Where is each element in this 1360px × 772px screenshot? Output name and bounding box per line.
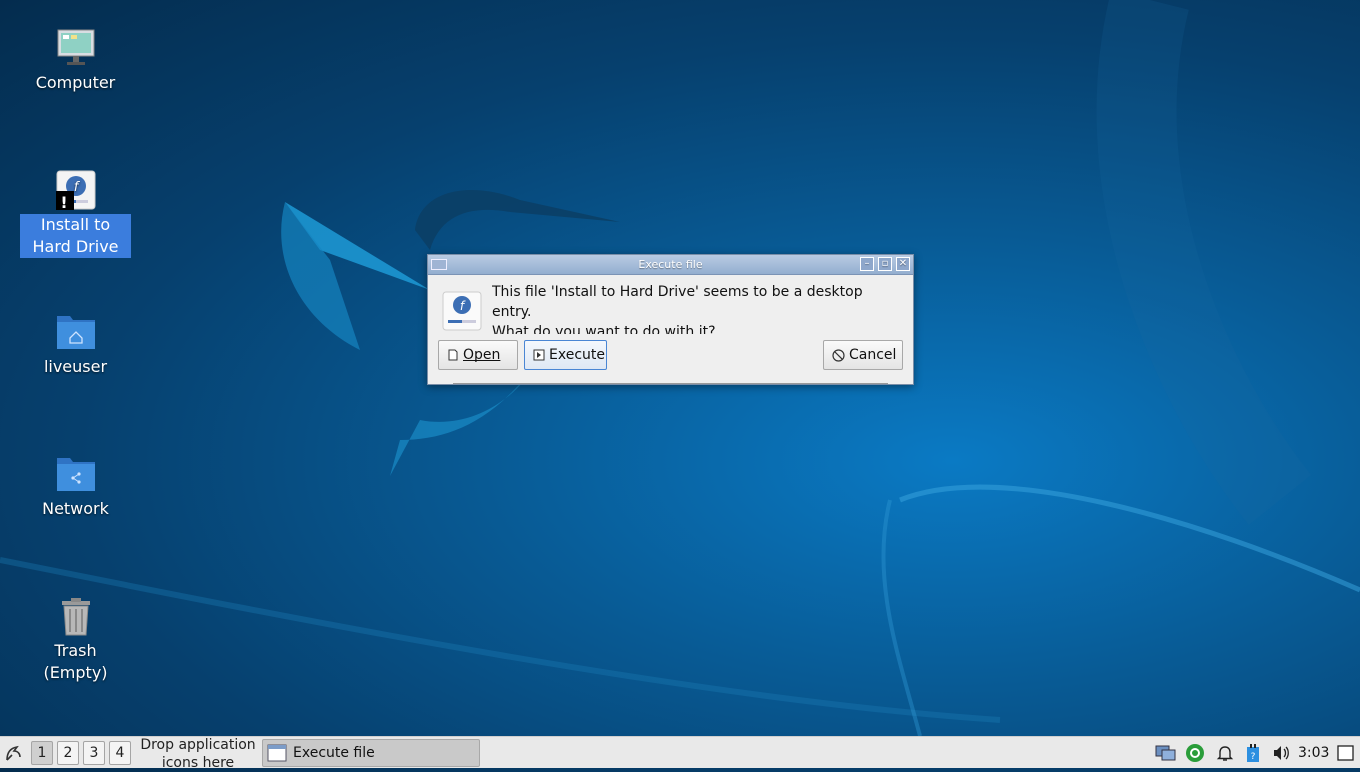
application-menu-icon[interactable] <box>3 742 25 764</box>
close-icon[interactable]: ✕ <box>896 257 910 271</box>
svg-text:!: ! <box>60 193 67 210</box>
desktop-icon-label: Install to Hard Drive <box>20 214 131 258</box>
dialog-titlebar[interactable]: Execute file – ▫ ✕ <box>428 255 913 275</box>
window-menu-icon[interactable] <box>431 259 447 270</box>
fedora-installer-icon: f ! <box>53 170 96 213</box>
execute-button[interactable]: Execute <box>524 340 607 370</box>
show-desktop-icon[interactable] <box>1337 743 1357 763</box>
network-connections-icon[interactable] <box>1155 743 1176 763</box>
message-line: This file 'Install to Hard Drive' seems … <box>492 284 863 320</box>
desktop-icon-liveuser[interactable]: liveuser <box>20 312 131 378</box>
clipboard-icon[interactable]: ? <box>1243 743 1263 763</box>
window-icon <box>267 744 287 762</box>
desktop-icon-install-to-hard-drive[interactable]: f ! Install to Hard Drive <box>20 170 131 258</box>
notifications-bell-icon[interactable] <box>1215 743 1235 763</box>
svg-text:?: ? <box>1251 752 1256 762</box>
minimize-icon[interactable]: – <box>860 257 874 271</box>
desktop-icon-computer[interactable]: Computer <box>20 28 131 94</box>
desktop-icon-label: Network <box>42 499 109 518</box>
dialog-divider <box>453 383 888 384</box>
volume-icon[interactable] <box>1271 743 1291 763</box>
computer-icon <box>56 28 96 68</box>
desktop-icon-network[interactable]: Network <box>20 454 131 520</box>
dialog-title: Execute file <box>638 258 703 271</box>
dialog-message: This file 'Install to Hard Drive' seems … <box>492 282 892 334</box>
run-icon <box>533 349 545 361</box>
open-button[interactable]: Open <box>438 340 518 370</box>
workspace-4[interactable]: 4 <box>109 741 131 765</box>
document-icon <box>448 349 458 361</box>
desktop-icon-trash[interactable]: Trash (Empty) <box>20 596 131 684</box>
execute-file-dialog: Execute file – ▫ ✕ f This file 'Install … <box>427 254 914 385</box>
maximize-icon[interactable]: ▫ <box>878 257 892 271</box>
taskbar-window-execute-file[interactable]: Execute file <box>262 739 480 767</box>
cancel-icon <box>832 348 845 362</box>
trash-icon <box>56 596 96 636</box>
desktop-icon-label: Trash (Empty) <box>43 641 108 682</box>
message-line: What do you want to do with it? <box>492 324 716 334</box>
network-folder-icon <box>56 454 96 494</box>
desktop-icon-label: liveuser <box>43 357 108 376</box>
update-indicator-icon[interactable] <box>1185 743 1205 763</box>
workspace-2[interactable]: 2 <box>57 741 79 765</box>
launcher-drop-hint: Drop application icons here <box>140 737 256 771</box>
clock[interactable]: 3:03 <box>1298 737 1329 769</box>
workspace-1[interactable]: 1 <box>31 741 53 765</box>
taskbar: 1 2 3 4 Drop application icons here Exec… <box>0 736 1360 771</box>
cancel-button[interactable]: Cancel <box>823 340 903 370</box>
home-folder-icon <box>56 312 96 352</box>
workspace-3[interactable]: 3 <box>83 741 105 765</box>
fedora-installer-icon: f <box>442 291 482 331</box>
desktop-icon-label: Computer <box>35 73 116 92</box>
